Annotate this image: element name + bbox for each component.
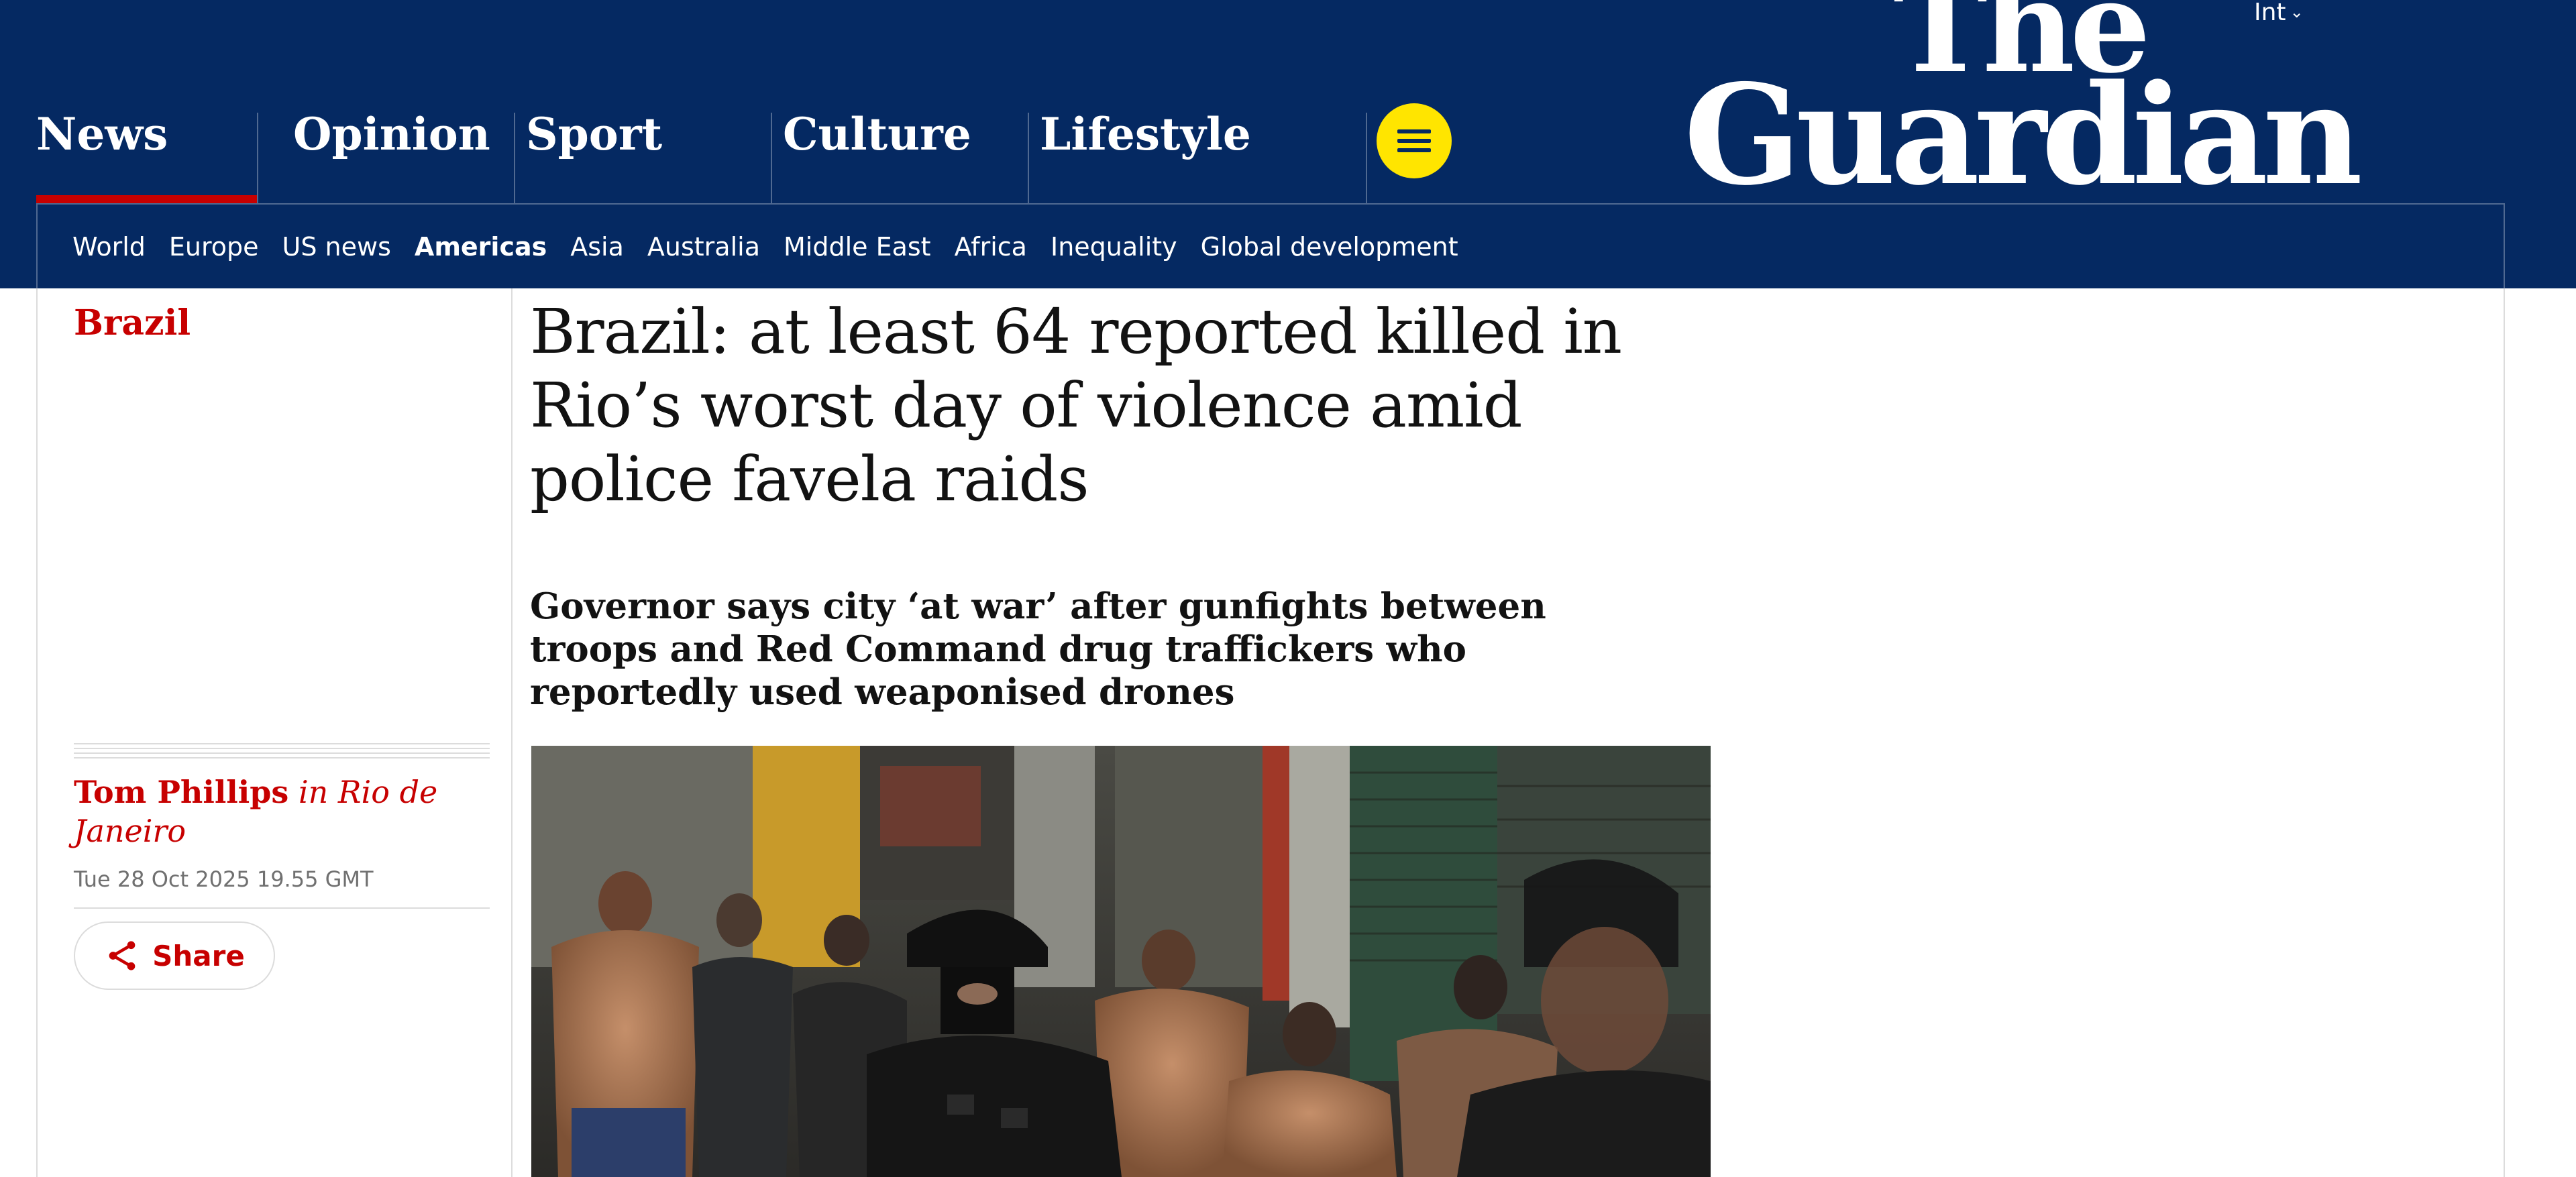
subnav-item-asia[interactable]: Asia: [570, 232, 624, 266]
pillar-culture[interactable]: Culture: [771, 112, 1028, 203]
article-main-image: [531, 746, 1711, 1177]
hamburger-icon: [1397, 148, 1431, 152]
subnav-item-africa[interactable]: Africa: [955, 232, 1027, 266]
pillar-divider: [1366, 113, 1367, 203]
pillar-divider: [257, 113, 258, 203]
share-label: Share: [152, 939, 245, 972]
subnav-item-world[interactable]: World: [72, 232, 146, 266]
share-button[interactable]: Share: [74, 921, 275, 990]
pillar-news[interactable]: News: [0, 112, 257, 203]
share-icon: [109, 941, 136, 970]
byline: Tom Phillips in Rio de Janeiro: [74, 773, 476, 850]
pillar-label: Sport: [526, 108, 663, 160]
subnav-item-europe[interactable]: Europe: [169, 232, 259, 266]
subnav-item-inequality[interactable]: Inequality: [1051, 232, 1177, 266]
pillar-label: News: [36, 108, 168, 160]
logo-line2: Guardian: [1684, 55, 2363, 216]
meta-rule: [74, 907, 490, 909]
pillar-lifestyle[interactable]: Lifestyle: [1028, 112, 1285, 203]
active-pillar-indicator: [36, 195, 257, 203]
author-link[interactable]: Tom Phillips: [74, 774, 288, 810]
meta-divider: [74, 743, 490, 762]
column-rule: [511, 288, 513, 1177]
pillar-opinion[interactable]: Opinion: [257, 112, 514, 203]
pillar-divider: [514, 113, 515, 203]
column-rule: [36, 288, 38, 1177]
subnav-item-americas[interactable]: Americas: [415, 232, 547, 266]
masthead: Int ⌄ The Guardian News Opinion Sport Cul…: [0, 0, 2576, 288]
menu-button[interactable]: [1377, 103, 1452, 178]
subnav: World Europe US news Americas Asia Austr…: [72, 232, 1482, 266]
pillar-sport[interactable]: Sport: [514, 112, 771, 203]
article-headline: Brazil: at least 64 reported killed in R…: [530, 296, 1622, 515]
pillar-divider: [1028, 113, 1029, 203]
subnav-item-us-news[interactable]: US news: [282, 232, 391, 266]
hamburger-icon: [1397, 139, 1431, 143]
pillar-label: Culture: [783, 108, 971, 160]
column-rule: [2504, 288, 2505, 1177]
photo-scene: [531, 746, 1711, 1177]
guardian-logo[interactable]: The Guardian: [1684, 0, 2363, 205]
pillar-label: Lifestyle: [1040, 108, 1251, 160]
article-standfirst: Governor says city ‘at war’ after gunfig…: [530, 585, 1546, 713]
subnav-item-global-development[interactable]: Global development: [1201, 232, 1458, 266]
publish-date: Tue 28 Oct 2025 19.55 GMT: [74, 866, 374, 892]
section-label[interactable]: Brazil: [74, 303, 191, 343]
pillar-divider: [771, 113, 772, 203]
hamburger-icon: [1397, 129, 1431, 133]
pillar-label: Opinion: [293, 108, 490, 160]
subnav-item-australia[interactable]: Australia: [647, 232, 760, 266]
subnav-item-middle-east[interactable]: Middle East: [784, 232, 931, 266]
